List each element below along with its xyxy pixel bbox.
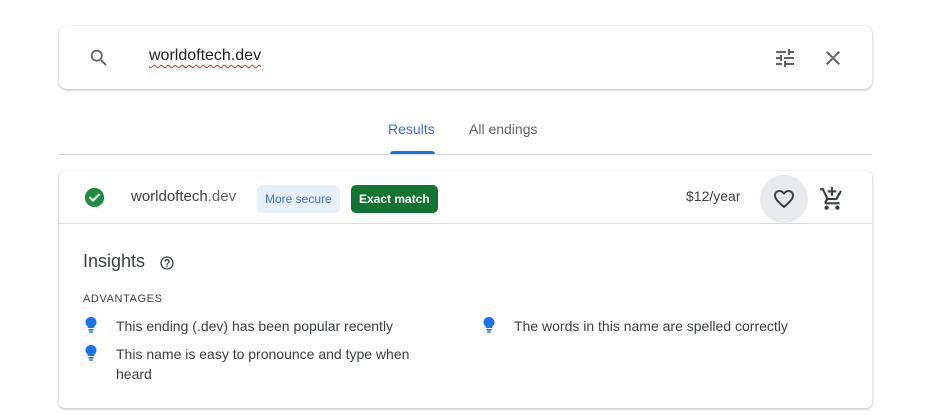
tab-results[interactable]: Results — [388, 121, 435, 137]
result-card: worldoftech.dev More secure Exact match … — [59, 171, 872, 408]
favorite-button[interactable] — [760, 175, 808, 223]
domain-tld: .dev — [207, 188, 237, 205]
heart-icon — [774, 190, 794, 209]
exact-match-badge: Exact match — [351, 185, 438, 213]
insights-title: Insights — [83, 251, 146, 271]
lightbulb-icon — [85, 345, 97, 361]
domain-base: worldoftech — [131, 188, 208, 205]
search-bar: worldoftech.dev — [59, 26, 872, 89]
tab-all-endings[interactable]: All endings — [469, 121, 538, 137]
more-secure-badge: More secure — [257, 185, 340, 213]
search-icon[interactable] — [88, 47, 110, 69]
advantage-item: This ending (.dev) has been popular rece… — [84, 316, 464, 336]
price: $12/year — [686, 188, 741, 204]
advantages-heading: ADVANTAGES — [83, 293, 163, 305]
advantage-text: This ending (.dev) has been popular rece… — [116, 318, 394, 334]
lightbulb-icon — [483, 317, 495, 333]
advantage-item: This name is easy to pronounce and type … — [84, 344, 444, 384]
advantage-item: The words in this name are spelled corre… — [482, 316, 862, 336]
result-row: worldoftech.dev More secure Exact match … — [59, 171, 872, 224]
add-to-cart-icon[interactable] — [819, 186, 845, 212]
close-icon[interactable] — [821, 46, 845, 70]
domain-name: worldoftech.dev — [131, 188, 236, 205]
search-input[interactable]: worldoftech.dev — [149, 47, 261, 65]
advantage-text: This name is easy to pronounce and type … — [116, 346, 410, 382]
help-icon[interactable] — [159, 255, 175, 271]
active-tab-indicator — [390, 151, 435, 154]
tab-bar: Results All endings — [59, 112, 872, 155]
tune-icon[interactable] — [773, 46, 797, 70]
advantage-text: The words in this name are spelled corre… — [514, 318, 788, 334]
lightbulb-icon — [85, 317, 97, 333]
check-circle-icon — [84, 187, 105, 208]
